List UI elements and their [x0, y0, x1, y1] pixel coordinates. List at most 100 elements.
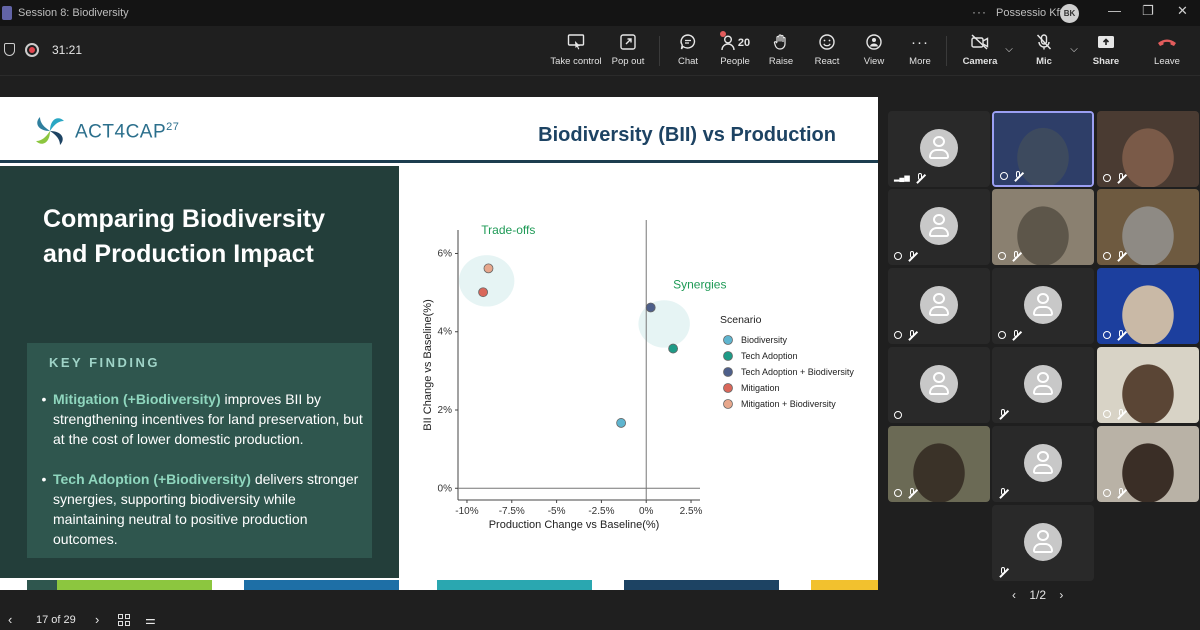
more-button[interactable]: ··· More: [906, 33, 934, 71]
next-slide-icon[interactable]: ›: [95, 612, 99, 627]
grid-view-icon[interactable]: [118, 614, 131, 626]
take-control-button[interactable]: Take control: [550, 33, 602, 71]
user-avatar[interactable]: BK: [1060, 4, 1079, 23]
default-avatar-icon: [1024, 365, 1062, 403]
participant-tile[interactable]: [888, 347, 990, 423]
mic-off-icon: [1116, 330, 1126, 340]
participant-tile[interactable]: [992, 347, 1094, 423]
people-notification-dot: [720, 31, 726, 37]
participant-tile[interactable]: [992, 111, 1094, 187]
participant-tile[interactable]: [992, 505, 1094, 581]
mic-off-icon: [1035, 33, 1053, 53]
chat-icon: [679, 33, 697, 53]
legend-label: Tech Adoption: [741, 351, 798, 361]
share-button[interactable]: Share: [1091, 33, 1121, 71]
footer-segment: [437, 580, 592, 590]
view-button[interactable]: View: [861, 33, 887, 71]
default-avatar-icon: [1024, 444, 1062, 482]
y-tick-label: 6%: [438, 248, 453, 259]
gallery-prev-icon[interactable]: ‹: [1012, 588, 1016, 602]
teams-icon: [2, 6, 12, 20]
data-point-mitigation-biodiversity: [483, 263, 494, 274]
tile-status-icons: [894, 330, 917, 340]
tile-status-icons: [894, 251, 917, 261]
minimize-button[interactable]: —: [1108, 3, 1121, 18]
title-bar: Session 8: Biodiversity ··· Possessio Kf…: [0, 0, 1200, 26]
legend-title: Scenario: [720, 314, 762, 326]
legend-marker: [723, 351, 733, 361]
legend-label: Biodiversity: [741, 335, 788, 345]
participant-tile[interactable]: [1097, 189, 1199, 265]
participant-tile[interactable]: [888, 189, 990, 265]
mic-off-icon: [1116, 488, 1126, 498]
highlight-region: [458, 255, 515, 307]
tile-status-icons: [1103, 409, 1126, 419]
x-tick-label: -5%: [548, 506, 566, 517]
footer-segment: [244, 580, 399, 590]
participant-tile[interactable]: [1097, 111, 1199, 187]
default-avatar-icon: [1024, 286, 1062, 324]
shared-presentation-slide: ACT4CAP27 Biodiversity (BII) vs Producti…: [0, 97, 878, 590]
slide-navigation: ‹ 17 of 29 › ⚌: [0, 610, 880, 630]
participant-tile[interactable]: ▂▄▆: [888, 111, 990, 187]
hand-icon: [998, 252, 1006, 260]
share-icon: [1096, 33, 1116, 53]
divider: [878, 76, 886, 630]
sliders-settings-icon[interactable]: ⚌: [145, 613, 156, 627]
chat-button[interactable]: Chat: [675, 33, 701, 71]
tile-status-icons: [1103, 173, 1126, 183]
participant-tile[interactable]: [992, 189, 1094, 265]
default-avatar-icon: [920, 286, 958, 324]
hand-icon: [1103, 174, 1111, 182]
recording-icon: [25, 43, 39, 57]
participant-tile[interactable]: [1097, 347, 1199, 423]
finding-item: • Tech Adoption (+Biodiversity) delivers…: [41, 471, 359, 547]
legend-marker: [723, 367, 733, 377]
hand-icon: [1000, 172, 1008, 180]
raise-hand-button[interactable]: Raise: [768, 33, 794, 71]
previous-slide-icon[interactable]: ‹: [8, 612, 12, 627]
close-window-button[interactable]: ✕: [1177, 3, 1188, 19]
more-options-icon[interactable]: ···: [972, 5, 987, 19]
camera-button[interactable]: Camera: [962, 33, 998, 71]
leave-button[interactable]: Leave: [1150, 33, 1184, 71]
logo-text: ACT4CAP27: [75, 121, 180, 143]
participant-tile[interactable]: [888, 426, 990, 502]
participant-tile[interactable]: [1097, 268, 1199, 344]
meeting-timer: 31:21: [52, 43, 83, 57]
react-smiley-icon: [818, 33, 836, 53]
y-tick-label: 2%: [438, 405, 453, 416]
participant-tile[interactable]: [1097, 426, 1199, 502]
gallery-next-icon[interactable]: ›: [1059, 588, 1063, 602]
x-tick-label: -7.5%: [499, 506, 525, 517]
tile-status-icons: [1103, 251, 1126, 261]
legend-label: Mitigation + Biodiversity: [741, 399, 836, 409]
shield-icon[interactable]: [4, 43, 15, 56]
mic-off-icon: [1116, 251, 1126, 261]
restore-button[interactable]: ❐: [1142, 3, 1154, 19]
pop-out-button[interactable]: Pop out: [610, 33, 646, 71]
footer-segment: [57, 580, 212, 590]
mic-off-icon: [1011, 251, 1021, 261]
tile-status-icons: [1103, 330, 1126, 340]
people-button[interactable]: 20 People: [718, 31, 752, 71]
key-finding-box: KEY FINDING • Mitigation (+Biodiversity)…: [27, 343, 372, 558]
x-tick-label: 0%: [639, 506, 654, 517]
hand-icon: [894, 411, 902, 419]
toolbar-divider: [659, 36, 660, 66]
participant-tile[interactable]: [992, 426, 1094, 502]
footer-segment: [811, 580, 878, 590]
y-axis-label: BII Change vs Baseline(%): [422, 299, 434, 430]
default-avatar-icon: [920, 207, 958, 245]
people-count: 20: [737, 37, 751, 49]
footer-segment: [27, 580, 57, 590]
participant-tile[interactable]: [992, 268, 1094, 344]
tile-status-icons: [998, 251, 1021, 261]
data-point-tech-adoption-biodiversity: [645, 302, 656, 313]
data-point-biodiversity: [616, 418, 627, 428]
hand-icon: [998, 331, 1006, 339]
participant-tile[interactable]: [888, 268, 990, 344]
act4cap-logo-icon: [36, 117, 64, 145]
mic-button[interactable]: Mic: [1031, 33, 1057, 71]
react-button[interactable]: React: [814, 33, 840, 71]
